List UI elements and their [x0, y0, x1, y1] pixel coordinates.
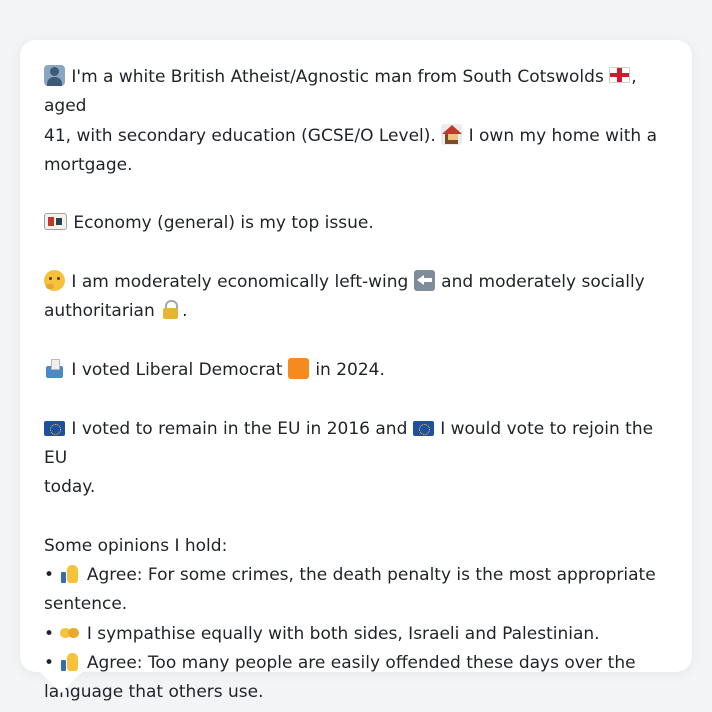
house-icon: [441, 123, 463, 145]
persona-card: I'm a white British Atheist/Agnostic man…: [20, 40, 692, 702]
ideology-paragraph: I am moderately economically left-wing a…: [44, 268, 668, 327]
issue-text: Economy (general) is my top issue.: [73, 213, 374, 234]
intro-text-1: I'm a white British Atheist/Agnostic man…: [71, 67, 604, 87]
intro-text-5: mortgage.: [44, 154, 133, 175]
money-icon: [44, 213, 67, 231]
issue-paragraph: Economy (general) is my top issue.: [44, 209, 668, 238]
thumbs-up-icon: [59, 651, 80, 672]
ideology-text-4: .: [182, 301, 188, 322]
england-flag-icon: [609, 67, 631, 83]
vote-text-1: I voted Liberal Democrat: [71, 359, 283, 380]
opinion-text-cont: sentence.: [44, 594, 128, 615]
vote-text-2: in 2024.: [315, 359, 385, 380]
list-item: • Agree: Too many people are easily offe…: [44, 649, 668, 678]
opinions-section: Some opinions I hold: • Agree: For some …: [44, 532, 668, 708]
ballot-box-icon: [44, 358, 65, 379]
eu-paragraph: I voted to remain in the EU in 2016 and …: [44, 415, 668, 503]
opinion-text: Agree: For some crimes, the death penalt…: [86, 565, 656, 586]
opinion-text-cont: language that others use.: [44, 682, 264, 703]
thumbs-up-icon: [59, 563, 80, 584]
eu-text-3: today.: [44, 477, 96, 498]
opinions-heading: Some opinions I hold:: [44, 535, 228, 556]
thinking-face-icon: [44, 270, 65, 292]
left-arrow-icon: [413, 270, 435, 292]
bullet: •: [44, 565, 55, 586]
intro-text-4: I own my home with a: [468, 125, 658, 146]
eu-flag-icon: [44, 420, 65, 436]
intro-text-3: 41, with secondary education (GCSE/O Lev…: [44, 125, 436, 146]
intro-paragraph: I'm a white British Atheist/Agnostic man…: [44, 63, 668, 180]
handshake-icon: [59, 622, 80, 643]
ideology-text-2: and moderately socially: [441, 272, 645, 293]
list-item: • Agree: For some crimes, the death pena…: [44, 561, 668, 590]
list-item: • I sympathise equally with both sides, …: [44, 620, 668, 649]
bullet: •: [44, 652, 55, 673]
vote-paragraph: I voted Liberal Democrat in 2024.: [44, 356, 668, 385]
speech-bubble-tail: [40, 672, 82, 693]
padlock-icon: [160, 299, 181, 320]
opinion-text: I sympathise equally with both sides, Is…: [86, 623, 600, 644]
person-icon: [44, 65, 65, 86]
eu-text-1: I voted to remain in the EU in 2016 and: [71, 418, 408, 439]
bullet: •: [44, 623, 55, 644]
ideology-text-1: I am moderately economically left-wing: [71, 272, 409, 293]
opinion-text: Agree: Too many people are easily offend…: [86, 652, 636, 673]
orange-square-icon: [287, 357, 309, 379]
ideology-text-3: authoritarian: [44, 301, 155, 322]
eu-flag-icon: [412, 420, 434, 436]
